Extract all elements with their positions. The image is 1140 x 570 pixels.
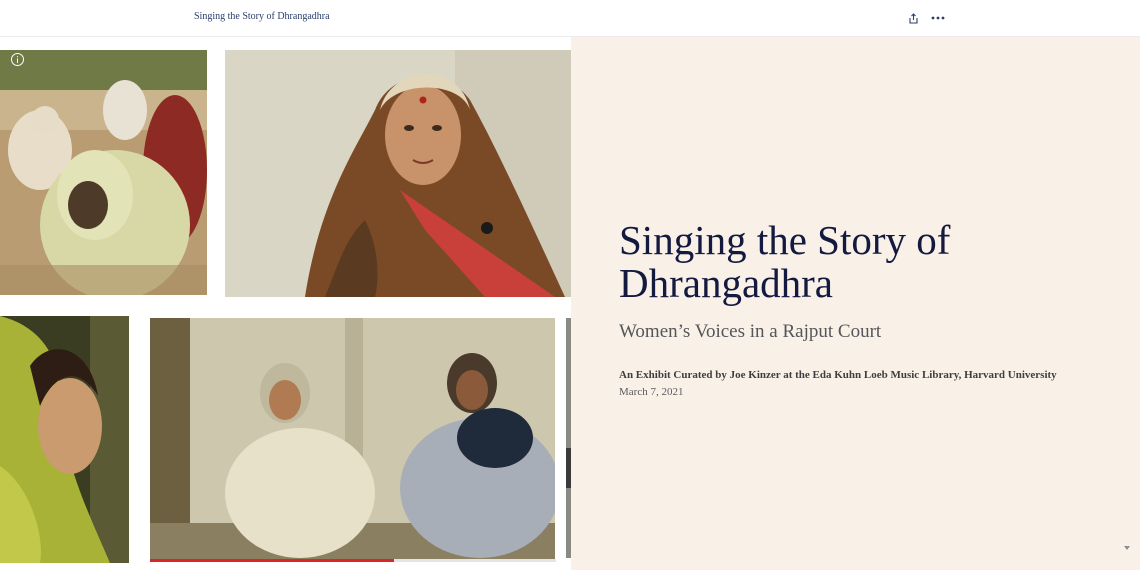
more-options-button[interactable] — [928, 10, 948, 26]
media-info-button[interactable] — [10, 52, 25, 67]
chevron-down-icon — [1124, 546, 1130, 550]
page-subtitle: Women’s Voices in a Rajput Court — [619, 321, 882, 342]
photo-women-working — [0, 50, 207, 295]
video-progress-fill — [150, 559, 394, 562]
more-options-icon — [931, 16, 945, 20]
publish-date: March 7, 2021 — [619, 386, 684, 398]
author-byline: An Exhibit Curated by Joe Kinzer at the … — [619, 369, 1057, 381]
share-button[interactable] — [905, 10, 921, 26]
page-title: Singing the Story of Dhrangadhra — [619, 217, 951, 306]
video-progress-bar[interactable] — [150, 559, 556, 562]
photo-woman-portrait — [225, 50, 571, 297]
story-title-link[interactable]: Singing the Story of Dhrangadhra — [194, 11, 330, 22]
scroll-down-button[interactable] — [1122, 540, 1132, 550]
cover-media-collage[interactable] — [0, 37, 571, 570]
top-bar: Singing the Story of Dhrangadhra — [0, 0, 1140, 37]
info-icon — [11, 53, 24, 66]
photo-women-seated — [150, 318, 555, 561]
cover-text-panel: Singing the Story of Dhrangadhra Women’s… — [571, 37, 1140, 570]
share-icon — [908, 12, 918, 24]
photo-woman-profile — [0, 316, 129, 563]
